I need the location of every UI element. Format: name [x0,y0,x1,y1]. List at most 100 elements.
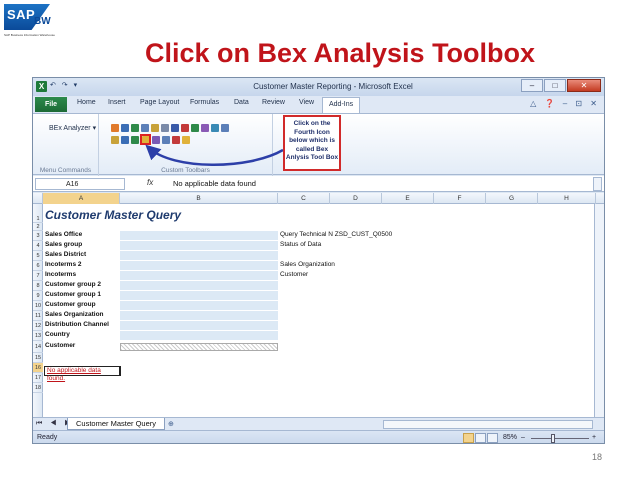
row-header-1[interactable]: 1 [33,204,43,223]
horizontal-scrollbar[interactable] [383,420,593,429]
tab-file[interactable]: File [35,97,67,112]
query-value-cell[interactable] [120,251,278,261]
query-row-customer-group-2: Customer group 2 [43,281,289,291]
query-value-cell[interactable] [120,311,278,321]
help-icon[interactable] [182,136,190,144]
close-button[interactable]: ✕ [567,79,601,92]
save-query-icon[interactable] [121,124,129,132]
column-header-f[interactable]: F [434,193,486,204]
worksheet-grid[interactable]: 1 2 3 4 5 6 7 8 9 10 11 12 13 14 15 16 1… [33,204,596,417]
tab-page-layout[interactable]: Page Layout [140,99,179,106]
excel-window: X ↶ ↷ ▾ Customer Master Reporting - Micr… [32,77,605,444]
row-header-3[interactable]: 3 [33,231,43,241]
column-header-b[interactable]: B [120,193,278,204]
row-header-4[interactable]: 4 [33,241,43,251]
tab-formulas[interactable]: Formulas [190,99,219,106]
bex-analyzer-menu[interactable]: BEx Analyzer ▾ [49,124,96,132]
query-value-cell[interactable] [120,301,278,311]
row-header-16[interactable]: 16 [33,363,43,373]
tab-home[interactable]: Home [77,99,96,106]
checkbox-icon[interactable] [161,124,169,132]
row-header-5[interactable]: 5 [33,251,43,261]
column-header-d[interactable]: D [330,193,382,204]
column-header-c[interactable]: C [278,193,330,204]
zoom-slider-thumb[interactable] [551,434,555,443]
zoom-slider-track[interactable] [531,438,589,439]
query-value-cell[interactable] [120,291,278,301]
column-header-h[interactable]: H [538,193,596,204]
query-value-cell[interactable] [120,331,278,341]
open-query-icon[interactable] [111,124,119,132]
zoom-in-button[interactable]: + [592,434,596,441]
row-header-12[interactable]: 12 [33,321,43,331]
text-icon[interactable] [221,124,229,132]
save-workbook-icon[interactable] [121,136,129,144]
row-header-14[interactable]: 14 [33,341,43,353]
maximize-button[interactable]: □ [544,79,566,92]
minimize-button[interactable]: – [521,79,543,92]
button-icon[interactable] [191,124,199,132]
dropdown-icon[interactable] [181,124,189,132]
row-header-11[interactable]: 11 [33,311,43,321]
customer-hatched-cell[interactable] [120,343,278,351]
excel-app-icon[interactable]: X [36,81,47,92]
tab-data[interactable]: Data [234,99,249,106]
query-value-cell[interactable] [120,231,278,241]
no-data-cell-a16[interactable]: No applicable data found. [44,366,121,382]
insert-function-icon[interactable]: fx [147,178,153,187]
group-label-custom-toolbars: Custom Toolbars [161,167,210,174]
chart-icon[interactable] [151,124,159,132]
quick-access-toolbar[interactable]: ↶ ↷ ▾ [50,81,79,89]
zoom-level[interactable]: 85% [503,434,517,441]
column-header-e[interactable]: E [382,193,434,204]
row-header-6[interactable]: 6 [33,261,43,271]
row-header-9[interactable]: 9 [33,291,43,301]
query-label: Country [45,331,70,338]
row-header-8[interactable]: 8 [33,281,43,291]
column-header-g[interactable]: G [486,193,538,204]
list-icon[interactable] [211,124,219,132]
tab-insert[interactable]: Insert [108,99,126,106]
row-header-13[interactable]: 13 [33,331,43,341]
connect-icon[interactable] [172,136,180,144]
insert-sheet-icon[interactable]: ⊕ [168,420,174,428]
radio-icon[interactable] [171,124,179,132]
formula-expand-button[interactable] [593,177,602,191]
query-value-cell[interactable] [120,261,278,271]
tab-add-ins[interactable]: Add-Ins [322,97,361,113]
row-header-7[interactable]: 7 [33,271,43,281]
column-header-a[interactable]: A [43,193,120,204]
tab-review[interactable]: Review [262,99,285,106]
query-row-incoterms-2: Incoterms 2 [43,261,289,271]
query-value-cell[interactable] [120,321,278,331]
select-all-corner[interactable] [33,193,43,204]
query-value-cell[interactable] [120,241,278,251]
vertical-scrollbar[interactable] [594,204,604,417]
cells-area[interactable]: Customer Master Query Sales Office Sales… [43,204,596,417]
query-label: Distribution Channel [45,321,109,328]
grid-icon[interactable] [201,124,209,132]
name-box[interactable]: A16 [35,178,125,190]
row-header-2[interactable]: 2 [33,223,43,231]
sheet-tab-customer-master-query[interactable]: Customer Master Query [67,418,166,430]
global-settings-icon[interactable] [152,136,160,144]
page-layout-view-icon[interactable] [475,433,486,443]
formula-content[interactable]: No applicable data found [173,179,256,188]
row-header-10[interactable]: 10 [33,301,43,311]
help-and-window-icons[interactable]: △ ❓ – ⊡ ✕ [530,99,600,108]
query-value-cell[interactable] [120,281,278,291]
refresh-icon[interactable] [131,124,139,132]
query-label: Customer [45,342,76,349]
filter-icon[interactable] [141,124,149,132]
row-header-15[interactable]: 15 [33,353,43,363]
system-info-icon[interactable] [162,136,170,144]
page-break-view-icon[interactable] [487,433,498,443]
open-workbook-icon[interactable] [111,136,119,144]
row-header-17[interactable]: 17 [33,373,43,383]
row-header-18[interactable]: 18 [33,383,43,393]
normal-view-icon[interactable] [463,433,474,443]
zoom-out-button[interactable]: – [521,434,525,441]
tab-view[interactable]: View [299,99,314,106]
query-value-cell[interactable] [120,271,278,281]
tools-icon[interactable] [131,136,139,144]
